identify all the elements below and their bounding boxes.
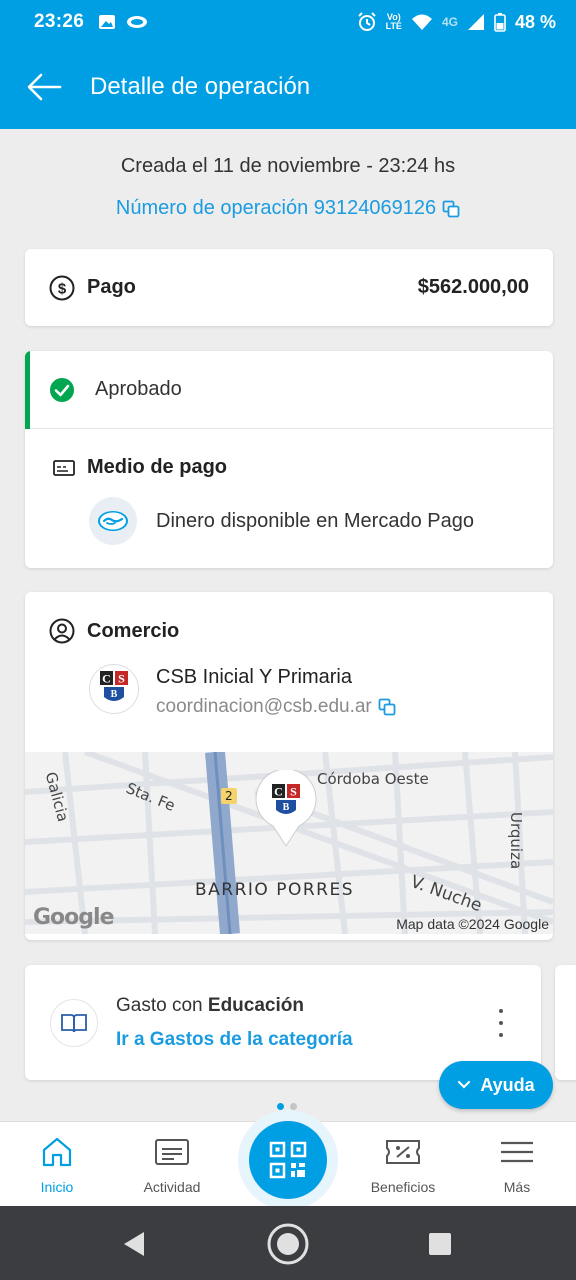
page-title: Detalle de operación (90, 72, 311, 100)
status-notification-icons (98, 13, 148, 31)
merchant-email-row[interactable]: coordinacion@csb.edu.ar (156, 696, 396, 718)
user-circle-icon (49, 618, 75, 644)
signal-icon (467, 14, 484, 30)
category-prefix: Gasto con (116, 994, 208, 1016)
chevron-down-icon (458, 1080, 471, 1089)
merchant-map[interactable]: 2 Córdoba Oeste Sta. Fe Galicia Urquiza … (25, 752, 553, 934)
svg-text:S: S (290, 785, 297, 799)
status-row: Aprobado (25, 351, 553, 429)
copy-icon[interactable] (442, 200, 460, 218)
nav-benefits-label: Beneficios (370, 1179, 436, 1195)
merchant-email: coordinacion@csb.edu.ar (156, 696, 372, 717)
payment-label: Pago (87, 276, 136, 298)
status-time: 23:26 (34, 11, 85, 32)
map-street-urquiza: Urquiza (507, 812, 525, 870)
alarm-icon (357, 12, 376, 31)
more-options-icon[interactable] (491, 1009, 511, 1037)
system-navigation-bar (0, 1206, 576, 1280)
app-notification-icon (127, 16, 148, 28)
nav-more-label: Más (503, 1179, 531, 1195)
arrow-left-icon (27, 73, 62, 100)
help-button-label: Ayuda (480, 1074, 535, 1095)
payment-amount: $562.000,00 (417, 276, 529, 298)
merchant-row: CSB CSB Inicial Y Primaria coordinacion@… (25, 644, 553, 718)
map-neighborhood-label: BARRIO PORRES (195, 880, 355, 900)
svg-text:C: C (102, 672, 111, 686)
svg-text:B: B (283, 802, 290, 813)
category-name: Educación (207, 994, 304, 1016)
map-attribution: Map data ©2024 Google (396, 916, 549, 932)
payment-method-text: Dinero disponible en Mercado Pago (156, 509, 474, 532)
copy-icon[interactable] (378, 698, 396, 716)
map-pin-icon: CSB (255, 770, 317, 848)
card-icon (53, 459, 75, 476)
home-icon (42, 1137, 72, 1167)
nav-home[interactable]: Inicio (2, 1122, 112, 1207)
activity-icon (155, 1139, 189, 1165)
google-logo: Google (33, 905, 114, 930)
app-header: Detalle de operación (0, 44, 576, 129)
operation-number-text: Número de operación 93124069126 (115, 197, 437, 219)
help-button[interactable]: Ayuda (439, 1061, 553, 1109)
next-card-peek[interactable] (555, 965, 576, 1080)
book-icon (50, 998, 98, 1047)
status-accent-bar (25, 351, 30, 429)
system-back-button[interactable] (112, 1222, 156, 1266)
payment-method-header: Medio de pago (25, 429, 553, 479)
mercado-pago-logo-icon (89, 497, 137, 545)
status-label: Aprobado (95, 378, 182, 400)
check-circle-icon (50, 377, 74, 402)
merchant-title: Comercio (87, 619, 180, 642)
square-recents-icon (429, 1233, 451, 1255)
school-logo-icon: CSB (89, 664, 139, 714)
merchant-name: CSB Inicial Y Primaria (156, 666, 352, 688)
dollar-circle-icon: $ (49, 275, 75, 300)
system-recents-button[interactable] (418, 1222, 462, 1266)
svg-text:C: C (274, 785, 283, 799)
svg-text:$: $ (58, 280, 67, 297)
map-street-cordoba: Córdoba Oeste (317, 770, 429, 788)
qr-scan-button[interactable] (238, 1110, 338, 1210)
battery-icon (494, 13, 506, 32)
nav-home-label: Inicio (40, 1179, 74, 1195)
volte-bottom-label: LTE (385, 21, 402, 31)
back-button[interactable] (24, 67, 64, 107)
merchant-header: Comercio (25, 592, 553, 644)
wifi-icon (411, 14, 432, 30)
status-card: Aprobado Medio de pago Dinero disponible… (25, 351, 553, 568)
nav-more[interactable]: Más (462, 1122, 572, 1207)
operation-number[interactable]: Número de operación 93124069126 (0, 197, 576, 220)
creation-date: Creada el 11 de noviembre - 23:24 hs (120, 155, 456, 177)
battery-level: 48 % (514, 11, 556, 32)
svg-text:B: B (111, 689, 118, 700)
triangle-back-icon (124, 1232, 144, 1256)
payment-method-title: Medio de pago (87, 456, 227, 478)
svg-text:S: S (118, 672, 125, 686)
status-system-icons: Vo) LTE 4G 48 % (357, 12, 556, 33)
category-expenses-link[interactable]: Ir a Gastos de la categoría (116, 1029, 353, 1051)
map-route-label: 2 (221, 788, 237, 804)
payment-method-row: Dinero disponible en Mercado Pago (25, 479, 553, 545)
status-bar: 23:26 Vo) LTE 4G 48 % (0, 0, 576, 44)
category-line: Gasto con Educación (116, 995, 353, 1017)
nav-activity-label: Actividad (143, 1179, 201, 1195)
circle-home-icon (267, 1223, 309, 1265)
gallery-icon (99, 15, 116, 29)
volte-indicator: Vo) LTE (386, 13, 402, 31)
carousel-dots (277, 1103, 297, 1110)
menu-icon (501, 1141, 533, 1163)
discount-ticket-icon (386, 1140, 420, 1164)
nav-benefits[interactable]: Beneficios (348, 1122, 458, 1207)
merchant-card: Comercio CSB CSB Inicial Y Primaria coor… (25, 592, 553, 940)
qr-code-icon (269, 1141, 307, 1179)
network-type: 4G (441, 15, 458, 29)
nav-activity[interactable]: Actividad (117, 1122, 227, 1207)
payment-card: $ Pago $562.000,00 (25, 249, 553, 326)
system-home-button[interactable] (266, 1222, 310, 1266)
